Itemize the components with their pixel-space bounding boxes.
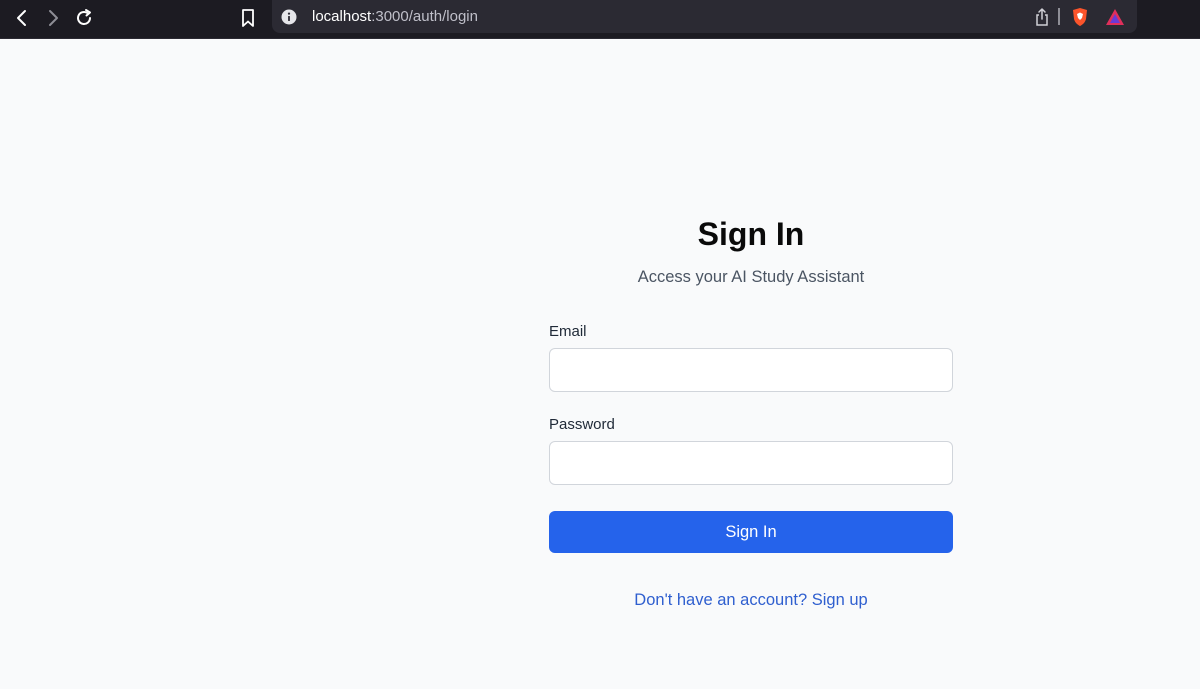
toolbar-divider xyxy=(1058,8,1060,25)
password-field[interactable] xyxy=(549,441,953,485)
login-form: Sign In Access your AI Study Assistant E… xyxy=(549,214,953,610)
sign-up-link[interactable]: Don't have an account? Sign up xyxy=(549,590,953,610)
login-page: Sign In Access your AI Study Assistant E… xyxy=(0,39,1200,689)
forward-icon[interactable] xyxy=(40,5,66,31)
address-bar[interactable]: localhost:3000/auth/login xyxy=(272,0,1137,33)
info-icon[interactable] xyxy=(280,8,298,26)
url-host: localhost xyxy=(312,8,372,25)
email-field[interactable] xyxy=(549,348,953,392)
url-path: :3000/auth/login xyxy=(371,8,478,25)
page-subtitle: Access your AI Study Assistant xyxy=(637,268,865,286)
share-icon[interactable] xyxy=(1032,6,1052,28)
reload-icon[interactable] xyxy=(71,5,97,31)
back-icon[interactable] xyxy=(9,5,35,31)
browser-toolbar: localhost:3000/auth/login xyxy=(0,0,1200,39)
brave-rewards-icon[interactable] xyxy=(1105,6,1125,28)
bookmark-icon[interactable] xyxy=(235,5,261,31)
password-label: Password xyxy=(549,416,615,433)
url-text[interactable]: localhost:3000/auth/login xyxy=(312,8,478,26)
brave-shields-icon[interactable] xyxy=(1070,6,1090,28)
sign-in-button[interactable]: Sign In xyxy=(549,511,953,553)
email-label: Email xyxy=(549,323,587,340)
page-title: Sign In xyxy=(697,216,805,252)
